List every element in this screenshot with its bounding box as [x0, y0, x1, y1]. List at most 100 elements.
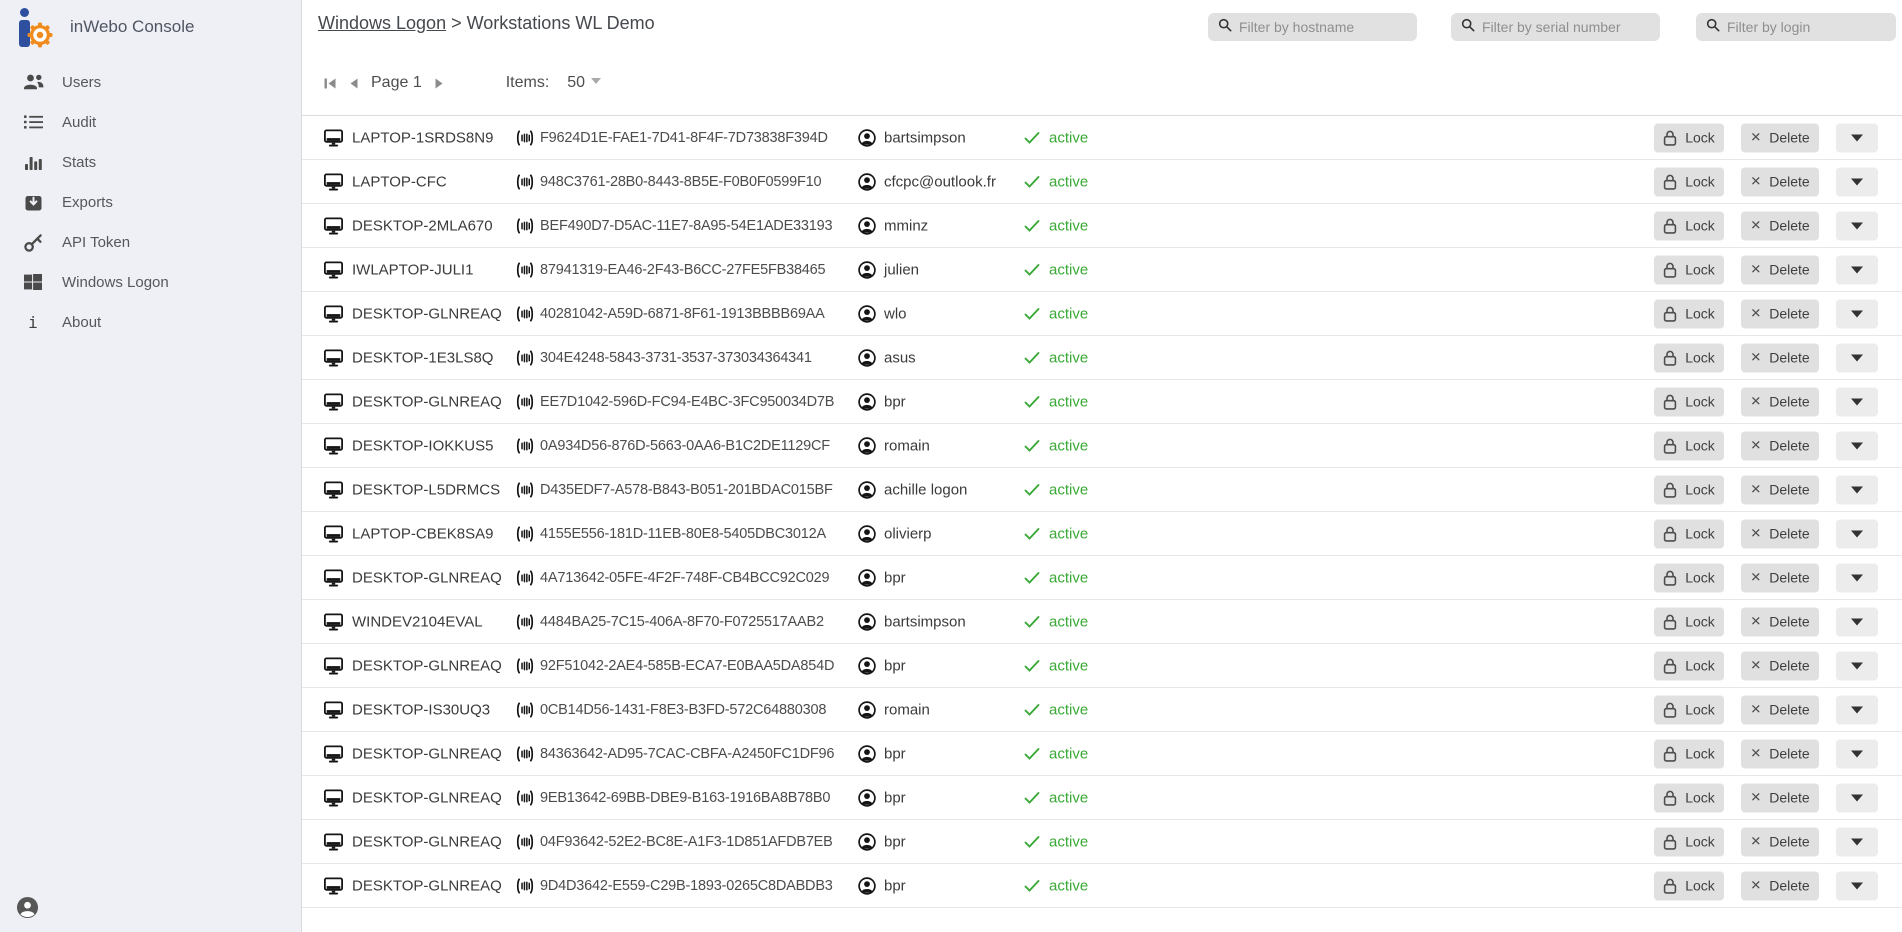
delete-button[interactable]: ✕ Delete — [1741, 563, 1819, 592]
delete-button[interactable]: ✕ Delete — [1741, 519, 1819, 548]
delete-button[interactable]: ✕ Delete — [1741, 871, 1819, 900]
lock-button[interactable]: Lock — [1654, 299, 1724, 328]
lock-button[interactable]: Lock — [1654, 387, 1724, 416]
delete-button[interactable]: ✕ Delete — [1741, 123, 1819, 152]
status-label: active — [1049, 657, 1088, 674]
lock-icon — [1663, 305, 1677, 322]
monitor-icon — [324, 613, 343, 630]
delete-button[interactable]: ✕ Delete — [1741, 607, 1819, 636]
delete-button[interactable]: ✕ Delete — [1741, 783, 1819, 812]
status-badge: active — [1024, 745, 1088, 762]
delete-button[interactable]: ✕ Delete — [1741, 431, 1819, 460]
sidebar-item-audit[interactable]: Audit — [0, 102, 301, 142]
lock-button[interactable]: Lock — [1654, 519, 1724, 548]
sidebar-item-exports[interactable]: Exports — [0, 182, 301, 222]
main-content: Windows Logon > Workstations WL Demo Pag… — [302, 0, 1902, 932]
delete-button[interactable]: ✕ Delete — [1741, 739, 1819, 768]
sidebar-item-stats[interactable]: Stats — [0, 142, 301, 182]
delete-button[interactable]: ✕ Delete — [1741, 387, 1819, 416]
delete-button[interactable]: ✕ Delete — [1741, 651, 1819, 680]
row-more-actions-button[interactable] — [1836, 827, 1878, 856]
serial-number-icon — [516, 570, 534, 585]
lock-button[interactable]: Lock — [1654, 607, 1724, 636]
monitor-icon — [324, 393, 343, 410]
previous-page-button[interactable] — [343, 77, 365, 90]
sidebar-item-windows-logon[interactable]: Windows Logon — [0, 262, 301, 302]
chevron-down-icon — [1851, 134, 1863, 141]
delete-button[interactable]: ✕ Delete — [1741, 211, 1819, 240]
lock-button[interactable]: Lock — [1654, 739, 1724, 768]
row-more-actions-button[interactable] — [1836, 431, 1878, 460]
x-icon: ✕ — [1750, 570, 1761, 586]
hostname-filter-input[interactable] — [1239, 19, 1407, 35]
next-page-button[interactable] — [428, 77, 450, 90]
monitor-icon — [324, 129, 343, 146]
row-more-actions-button[interactable] — [1836, 607, 1878, 636]
delete-button[interactable]: ✕ Delete — [1741, 299, 1819, 328]
row-more-actions-button[interactable] — [1836, 519, 1878, 548]
sidebar-item-api-token[interactable]: API Token — [0, 222, 301, 262]
row-more-actions-button[interactable] — [1836, 651, 1878, 680]
x-icon: ✕ — [1750, 438, 1761, 454]
delete-button[interactable]: ✕ Delete — [1741, 827, 1819, 856]
lock-button[interactable]: Lock — [1654, 431, 1724, 460]
status-label: active — [1049, 745, 1088, 762]
lock-button[interactable]: Lock — [1654, 123, 1724, 152]
table-row: DESKTOP-GLNREAQ EE7D1042-596D-FC94-E4BC-… — [302, 380, 1902, 424]
lock-button[interactable]: Lock — [1654, 255, 1724, 284]
delete-button[interactable]: ✕ Delete — [1741, 475, 1819, 504]
status-label: active — [1049, 701, 1088, 718]
row-more-actions-button[interactable] — [1836, 255, 1878, 284]
lock-button[interactable]: Lock — [1654, 211, 1724, 240]
first-page-button[interactable] — [318, 77, 343, 90]
status-label: active — [1049, 349, 1088, 366]
row-more-actions-button[interactable] — [1836, 563, 1878, 592]
delete-button[interactable]: ✕ Delete — [1741, 167, 1819, 196]
items-per-page-select[interactable]: 50 — [567, 74, 601, 92]
status-badge: active — [1024, 217, 1088, 234]
delete-button[interactable]: ✕ Delete — [1741, 695, 1819, 724]
x-icon: ✕ — [1750, 526, 1761, 542]
sidebar-item-users[interactable]: Users — [0, 62, 301, 102]
sidebar-item-about[interactable]: i About — [0, 302, 301, 342]
delete-button[interactable]: ✕ Delete — [1741, 343, 1819, 372]
lock-button[interactable]: Lock — [1654, 695, 1724, 724]
table-row: DESKTOP-GLNREAQ 40281042-A59D-6871-8F61-… — [302, 292, 1902, 336]
row-more-actions-button[interactable] — [1836, 695, 1878, 724]
lock-button[interactable]: Lock — [1654, 563, 1724, 592]
row-more-actions-button[interactable] — [1836, 783, 1878, 812]
row-more-actions-button[interactable] — [1836, 739, 1878, 768]
row-more-actions-button[interactable] — [1836, 475, 1878, 504]
row-more-actions-button[interactable] — [1836, 123, 1878, 152]
lock-button[interactable]: Lock — [1654, 343, 1724, 372]
serial-filter-input[interactable] — [1482, 19, 1650, 35]
row-more-actions-button[interactable] — [1836, 299, 1878, 328]
lock-button[interactable]: Lock — [1654, 475, 1724, 504]
user-icon — [858, 349, 876, 367]
check-icon — [1024, 835, 1040, 848]
lock-button[interactable]: Lock — [1654, 783, 1724, 812]
serial-number-icon — [516, 702, 534, 717]
row-more-actions-button[interactable] — [1836, 387, 1878, 416]
row-more-actions-button[interactable] — [1836, 167, 1878, 196]
breadcrumb-parent-link[interactable]: Windows Logon — [318, 13, 446, 33]
lock-button[interactable]: Lock — [1654, 871, 1724, 900]
lock-button[interactable]: Lock — [1654, 827, 1724, 856]
page-indicator: Page 1 — [371, 74, 422, 92]
lock-button[interactable]: Lock — [1654, 651, 1724, 680]
login-filter-input[interactable] — [1727, 19, 1886, 35]
serial-number: 304E4248-5843-3731-3537-373034364341 — [540, 350, 812, 366]
account-avatar-icon[interactable] — [16, 896, 39, 924]
lock-button[interactable]: Lock — [1654, 167, 1724, 196]
info-icon: i — [21, 313, 45, 332]
login: bpr — [884, 833, 906, 850]
row-more-actions-button[interactable] — [1836, 211, 1878, 240]
lock-icon — [1663, 833, 1677, 850]
row-more-actions-button[interactable] — [1836, 343, 1878, 372]
serial-number-icon — [516, 174, 534, 189]
lock-icon — [1663, 129, 1677, 146]
workstations-table: LAPTOP-1SRDS8N9 F9624D1E-FAE1-7D41-8F4F-… — [302, 115, 1902, 908]
table-row: DESKTOP-IS30UQ3 0CB14D56-1431-F8E3-B3FD-… — [302, 688, 1902, 732]
delete-button[interactable]: ✕ Delete — [1741, 255, 1819, 284]
row-more-actions-button[interactable] — [1836, 871, 1878, 900]
